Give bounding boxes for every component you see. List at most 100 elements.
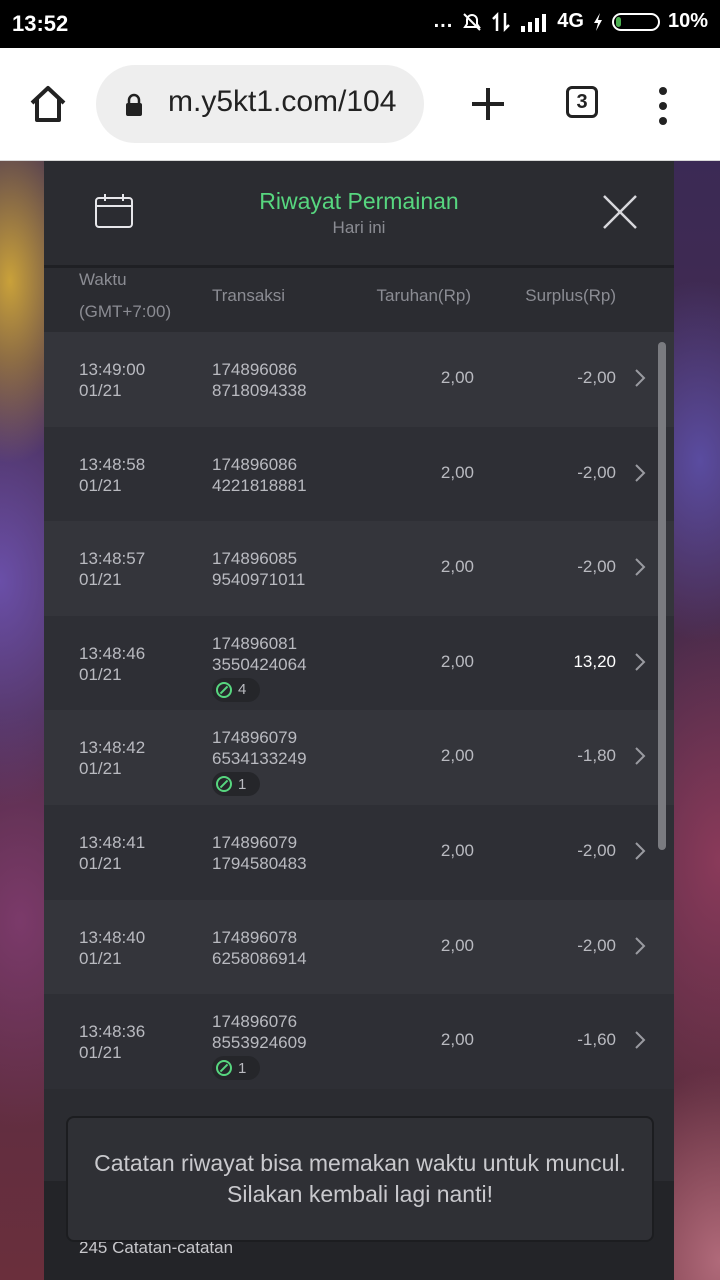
chevron-right-icon[interactable] <box>634 841 646 861</box>
modal-subtitle: Hari ini <box>332 218 386 237</box>
chevron-right-icon[interactable] <box>634 463 646 483</box>
row-surplus: -2,00 <box>577 368 616 387</box>
url-text: m.y5kt1.com/104 <box>168 85 397 118</box>
row-date-value: 01/21 <box>79 475 122 495</box>
free-spin-badge: 1 <box>212 1056 261 1081</box>
row-bet: 2,00 <box>440 368 474 387</box>
table-row[interactable]: 13:48:42 01/21 174896079 6534133249 1 2,00 -1,… <box>44 710 674 805</box>
row-time-value: 13:48:46 <box>79 643 146 663</box>
row-date-value: 01/21 <box>79 948 122 968</box>
row-transaction-id-part2: 3550424064 <box>212 654 307 674</box>
browser-toolbar: m.y5kt1.com/104 3 <box>0 48 720 161</box>
row-transaction: 174896086 8718094338 <box>212 359 307 401</box>
lock-icon <box>126 93 142 116</box>
data-transfer-icon <box>492 11 511 32</box>
chevron-right-icon[interactable] <box>634 746 646 766</box>
free-spin-count: 4 <box>238 681 247 699</box>
table-row[interactable]: 13:48:58 01/21 174896086 4221818881 2,00 -2,0… <box>44 426 674 522</box>
row-bet: 2,00 <box>440 557 474 577</box>
free-spin-icon <box>216 776 232 793</box>
row-bet: 2,00 <box>440 651 474 671</box>
table-row[interactable]: 13:48:41 01/21 174896079 1794580483 2,00 -2,0… <box>44 804 674 900</box>
row-time-value: 13:48:42 <box>79 738 146 758</box>
row-date-value: 01/21 <box>79 759 122 779</box>
column-time-label: Waktu <box>79 270 127 289</box>
battery-percent: 10% <box>667 10 708 32</box>
free-spin-badge: 1 <box>212 772 261 797</box>
table-row[interactable]: 13:48:46 01/21 174896081 3550424064 4 2,00 13,… <box>44 615 674 711</box>
url-bar[interactable]: m.y5kt1.com/104 <box>96 65 424 143</box>
row-time: 13:48:41 01/21 <box>79 832 145 874</box>
row-bet: 2,00 <box>440 746 474 766</box>
column-transaction-label: Transaksi <box>212 286 286 305</box>
close-icon[interactable] <box>600 192 640 232</box>
notification-dots: ... <box>433 10 454 32</box>
row-time: 13:48:42 01/21 <box>79 737 145 779</box>
chevron-right-icon[interactable] <box>634 368 646 388</box>
chevron-right-icon[interactable] <box>634 652 646 672</box>
free-spin-icon <box>216 681 232 698</box>
row-time-value: 13:48:40 <box>79 927 146 947</box>
alarm-off-icon <box>463 12 482 31</box>
table-row[interactable]: 13:48:40 01/21 174896078 6258086914 2,00 -2,0… <box>44 899 674 995</box>
row-transaction-id-part2: 1794580483 <box>212 853 307 873</box>
row-date-value: 01/21 <box>79 1043 122 1063</box>
battery-icon <box>611 12 660 31</box>
free-spin-icon <box>216 1060 232 1077</box>
row-transaction-id-part2: 9540971011 <box>212 570 306 590</box>
scrollbar[interactable] <box>658 342 666 850</box>
history-table: 13:49:00 01/21 174896086 8718094338 2,00 -2,0… <box>44 332 674 1089</box>
table-header: Waktu (GMT+7:00) Transaksi Taruhan(Rp) S… <box>44 268 674 332</box>
column-timezone-label: (GMT+7:00) <box>79 302 172 321</box>
free-spin-count: 1 <box>238 1059 247 1077</box>
table-row[interactable]: 13:48:36 01/21 174896076 8553924609 1 2,00 -1,… <box>44 994 674 1089</box>
row-date-value: 01/21 <box>79 381 122 400</box>
row-date-value: 01/21 <box>79 853 122 873</box>
free-spin-badge: 4 <box>212 677 261 702</box>
column-surplus-label: Surplus(Rp) <box>525 286 616 305</box>
row-transaction-id-part1: 174896079 <box>212 832 298 852</box>
row-bet: 2,00 <box>440 1030 474 1050</box>
chevron-right-icon[interactable] <box>634 936 646 956</box>
row-time: 13:48:57 01/21 <box>79 548 145 590</box>
charging-icon <box>593 12 602 31</box>
row-bet: 2,00 <box>440 840 474 860</box>
row-transaction: 174896079 1794580483 <box>212 832 307 874</box>
history-modal: Riwayat Permainan Hari ini Waktu (GMT+7:… <box>44 161 674 1280</box>
row-transaction-id-part2: 4221818881 <box>212 475 307 495</box>
free-spin-count: 1 <box>238 775 247 793</box>
row-surplus: -2,00 <box>577 935 616 955</box>
row-transaction: 174896085 9540971011 <box>212 548 305 590</box>
table-row[interactable]: 13:48:57 01/21 174896085 9540971011 2,00 -2,0… <box>44 521 674 616</box>
row-time: 13:48:58 01/21 <box>79 454 145 496</box>
row-bet: 2,00 <box>440 462 474 482</box>
row-transaction: 174896086 4221818881 <box>212 454 307 496</box>
column-bet-label: Taruhan(Rp) <box>376 286 472 305</box>
row-transaction-id-part1: 174896081 <box>212 633 298 653</box>
row-time-value: 13:48:36 <box>79 1022 146 1042</box>
row-transaction-id-part1: 174896085 <box>212 549 298 569</box>
chevron-right-icon[interactable] <box>634 557 646 577</box>
row-time: 13:48:36 01/21 <box>79 1021 145 1063</box>
new-tab-icon[interactable] <box>470 86 506 122</box>
row-surplus: -1,80 <box>577 746 616 766</box>
row-date-value: 01/21 <box>79 570 122 590</box>
row-transaction: 174896076 8553924609 1 <box>212 1011 307 1081</box>
row-transaction-id-part1: 174896079 <box>212 728 298 748</box>
row-transaction-id-part2: 6534133249 <box>212 749 307 769</box>
chevron-right-icon[interactable] <box>634 1030 646 1050</box>
row-time-value: 13:48:58 <box>79 454 146 474</box>
signal-icon <box>521 13 547 32</box>
row-transaction-id-part2: 8553924609 <box>212 1033 307 1053</box>
row-time-value: 13:48:57 <box>79 549 146 569</box>
row-time: 13:48:46 01/21 <box>79 643 145 685</box>
table-row[interactable]: 13:49:00 01/21 174896086 8718094338 2,00 -2,0… <box>44 332 674 427</box>
row-surplus: 13,20 <box>573 651 616 671</box>
toast-message: Catatan riwayat bisa memakan waktu untuk… <box>66 1116 654 1242</box>
home-icon[interactable] <box>26 82 70 126</box>
menu-icon[interactable] <box>656 86 670 126</box>
row-transaction-id-part1: 174896076 <box>212 1012 298 1032</box>
row-transaction: 174896079 6534133249 1 <box>212 727 307 797</box>
row-date-value: 01/21 <box>79 664 122 684</box>
tab-switcher-button[interactable]: 3 <box>566 86 598 118</box>
